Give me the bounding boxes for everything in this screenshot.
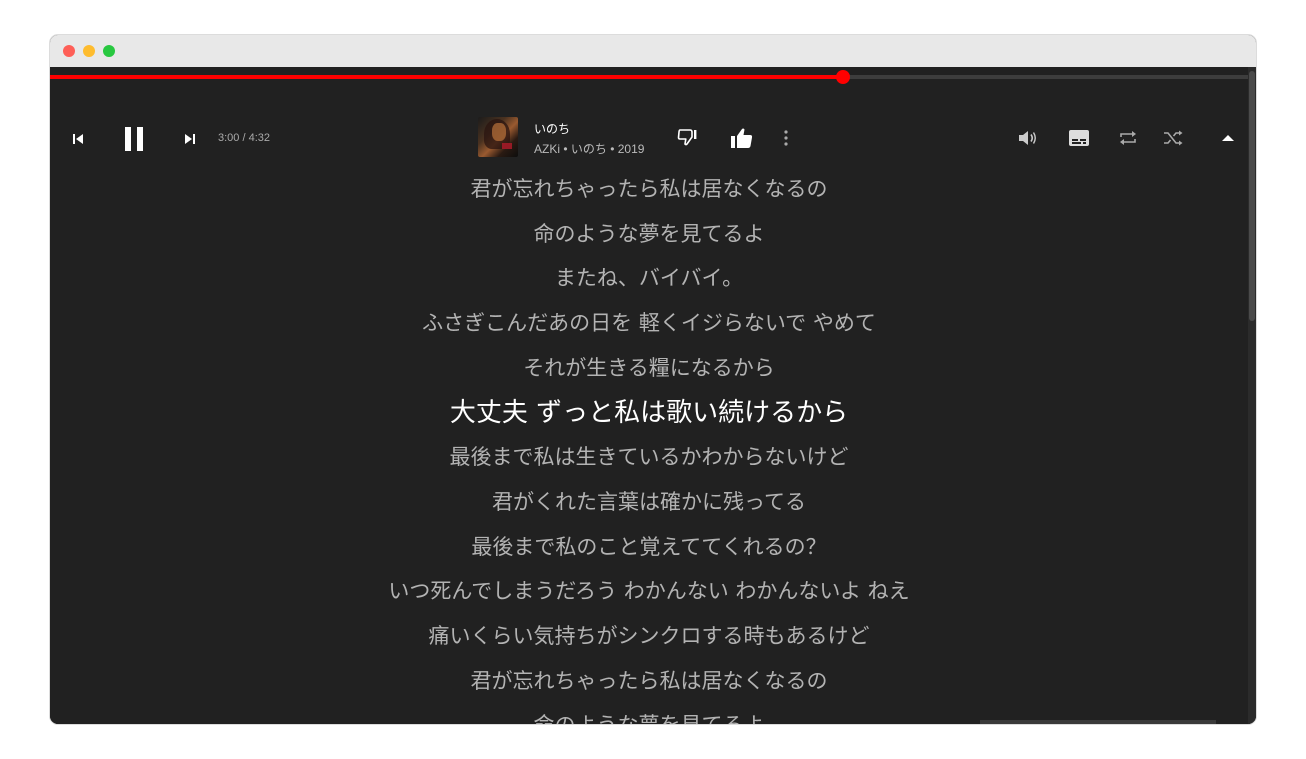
title-bar xyxy=(50,35,1256,67)
music-player: 3:00 / 4:32 いのち AZKi • いのち • 2019 君が忘れちゃ… xyxy=(50,67,1256,724)
bottom-overlay-bar xyxy=(980,720,1216,724)
scrollbar-thumb[interactable] xyxy=(1249,71,1255,321)
lyric-line-active[interactable]: 大丈夫 ずっと私は歌い続けるから xyxy=(50,397,1248,429)
lyric-line[interactable]: それが生きる糧になるから xyxy=(50,354,1248,382)
close-window-button[interactable] xyxy=(63,45,75,57)
app-window: 3:00 / 4:32 いのち AZKi • いのち • 2019 君が忘れちゃ… xyxy=(50,35,1256,724)
minimize-window-button[interactable] xyxy=(83,45,95,57)
lyric-line[interactable]: 命のような夢を見てるよ xyxy=(50,220,1248,248)
lyric-line[interactable]: いつ死んでしまうだろう わかんない わかんないよ ねえ xyxy=(50,577,1248,605)
lyrics-viewport: 君が忘れちゃったら私は居なくなるの 命のような夢を見てるよ またね、バイバイ。 ふさぎ… xyxy=(50,67,1248,724)
lyric-line[interactable]: またね、バイバイ。 xyxy=(50,264,1248,292)
lyric-line[interactable]: 最後まで私のこと覚えててくれるの？ xyxy=(50,533,1248,561)
lyric-line[interactable]: 最後まで私は生きているかわからないけど xyxy=(50,443,1248,471)
lyric-line[interactable]: 君が忘れちゃったら私は居なくなるの xyxy=(50,175,1248,203)
lyric-line[interactable]: 痛いくらい気持ちがシンクロする時もあるけど xyxy=(50,622,1248,650)
lyric-line[interactable]: ふさぎこんだあの日を 軽くイジらないで やめて xyxy=(50,309,1248,337)
lyric-line[interactable]: 君が忘れちゃったら私は居なくなるの xyxy=(50,667,1248,695)
scrollbar[interactable] xyxy=(1248,67,1256,724)
lyric-line[interactable]: 君がくれた言葉は確かに残ってる xyxy=(50,488,1248,516)
maximize-window-button[interactable] xyxy=(103,45,115,57)
